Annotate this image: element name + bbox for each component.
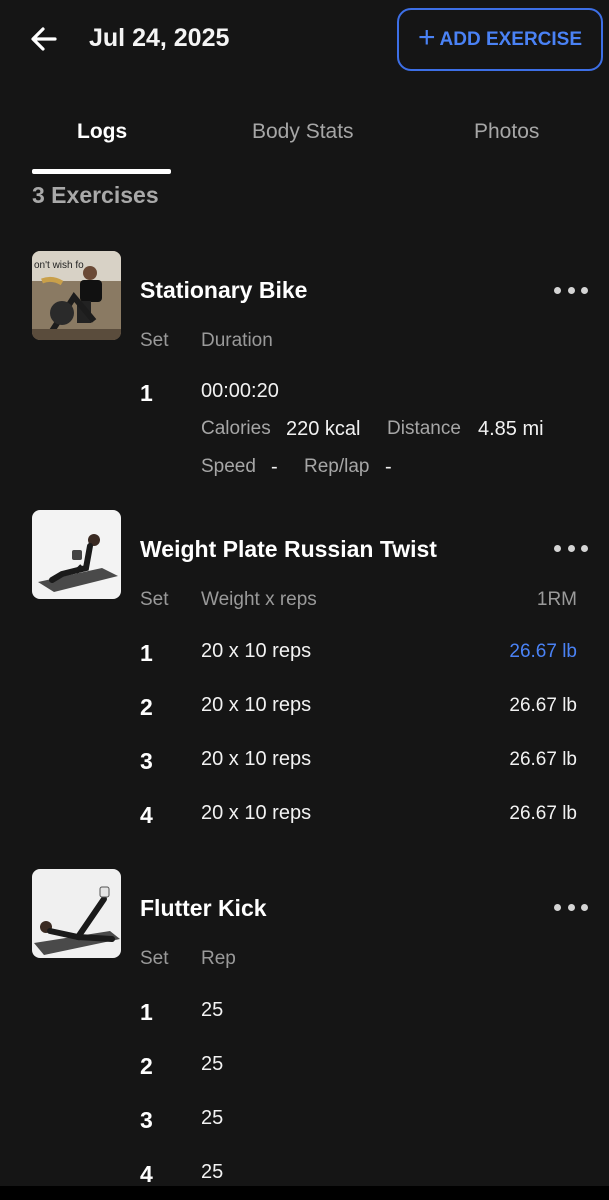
set-value: 20 x 10 reps	[201, 640, 312, 662]
set-number: 1	[140, 640, 153, 666]
dot-icon	[567, 286, 575, 294]
dot-icon	[581, 903, 588, 911]
more-options-button[interactable]	[554, 538, 588, 558]
active-tab-indicator	[32, 169, 171, 174]
more-options-button[interactable]	[554, 280, 588, 300]
set-value: 25	[201, 999, 224, 1021]
set-number: 3	[140, 748, 153, 774]
exercise-count: 3 Exercises	[32, 182, 159, 208]
column-header-1rm: 1RM	[536, 589, 577, 610]
column-header-set: Set	[140, 330, 169, 351]
set-value: 20 x 10 reps	[201, 694, 312, 716]
add-exercise-label: ADD EXERCISE	[439, 28, 583, 50]
replap-value: -	[385, 456, 392, 478]
speed-value: -	[271, 456, 278, 478]
replap-label: Rep/lap	[304, 456, 370, 477]
set-value: 20 x 10 reps	[201, 802, 312, 824]
dot-icon	[567, 903, 575, 911]
dot-icon	[554, 286, 561, 294]
set-number: 4	[140, 802, 153, 828]
tab-photos[interactable]: Photos	[474, 120, 539, 144]
system-navigation-bar	[0, 1186, 609, 1200]
set-value: 20 x 10 reps	[201, 748, 312, 770]
flutter-kick-image	[32, 869, 121, 958]
back-button[interactable]	[28, 22, 62, 56]
set-value: 25	[201, 1107, 224, 1129]
one-rep-max-value: 26.67 lb	[509, 749, 577, 770]
column-header-rep: Rep	[201, 948, 236, 969]
tab-bar: Logs Body Stats Photos	[0, 108, 609, 174]
tab-logs[interactable]: Logs	[77, 120, 127, 144]
exercise-thumbnail[interactable]	[32, 869, 121, 958]
column-header-weight-reps: Weight x reps	[201, 589, 317, 610]
set-number: 4	[140, 1161, 153, 1187]
dot-icon	[581, 286, 588, 294]
add-exercise-button[interactable]: + ADD EXERCISE	[397, 8, 603, 71]
set-number: 1	[140, 380, 153, 406]
more-options-button[interactable]	[554, 897, 588, 917]
one-rep-max-value: 26.67 lb	[509, 695, 577, 716]
set-number: 1	[140, 999, 153, 1025]
column-header-duration: Duration	[201, 330, 273, 351]
bike-image: on't wish fo	[32, 251, 121, 340]
set-value: 25	[201, 1161, 224, 1183]
thumbnail-wall-text: on't wish fo	[34, 260, 84, 271]
russian-twist-image	[32, 510, 121, 599]
exercise-name[interactable]: Weight Plate Russian Twist	[140, 536, 437, 563]
dot-icon	[554, 903, 561, 911]
dot-icon	[567, 544, 575, 552]
one-rep-max-value: 26.67 lb	[509, 641, 577, 662]
speed-label: Speed	[201, 456, 256, 477]
page-title: Jul 24, 2025	[89, 24, 230, 52]
distance-value: 4.85 mi	[478, 418, 544, 440]
one-rep-max-value: 26.67 lb	[509, 803, 577, 824]
set-value: 25	[201, 1053, 224, 1075]
set-number: 3	[140, 1107, 153, 1133]
duration-value: 00:00:20	[201, 380, 279, 402]
exercise-name[interactable]: Flutter Kick	[140, 895, 267, 922]
set-number: 2	[140, 694, 153, 720]
exercise-name[interactable]: Stationary Bike	[140, 277, 307, 304]
tab-body-stats[interactable]: Body Stats	[252, 120, 354, 144]
calories-label: Calories	[201, 418, 271, 439]
column-header-set: Set	[140, 948, 169, 969]
plus-icon: +	[417, 21, 436, 54]
set-number: 2	[140, 1053, 153, 1079]
arrow-left-icon	[31, 27, 57, 51]
dot-icon	[581, 544, 588, 552]
calories-value: 220 kcal	[286, 418, 361, 440]
column-header-set: Set	[140, 589, 169, 610]
top-app-bar: Jul 24, 2025 + ADD EXERCISE	[0, 0, 609, 80]
exercise-thumbnail[interactable]: on't wish fo	[32, 251, 121, 340]
exercise-thumbnail[interactable]	[32, 510, 121, 599]
dot-icon	[554, 544, 561, 552]
distance-label: Distance	[387, 418, 461, 439]
